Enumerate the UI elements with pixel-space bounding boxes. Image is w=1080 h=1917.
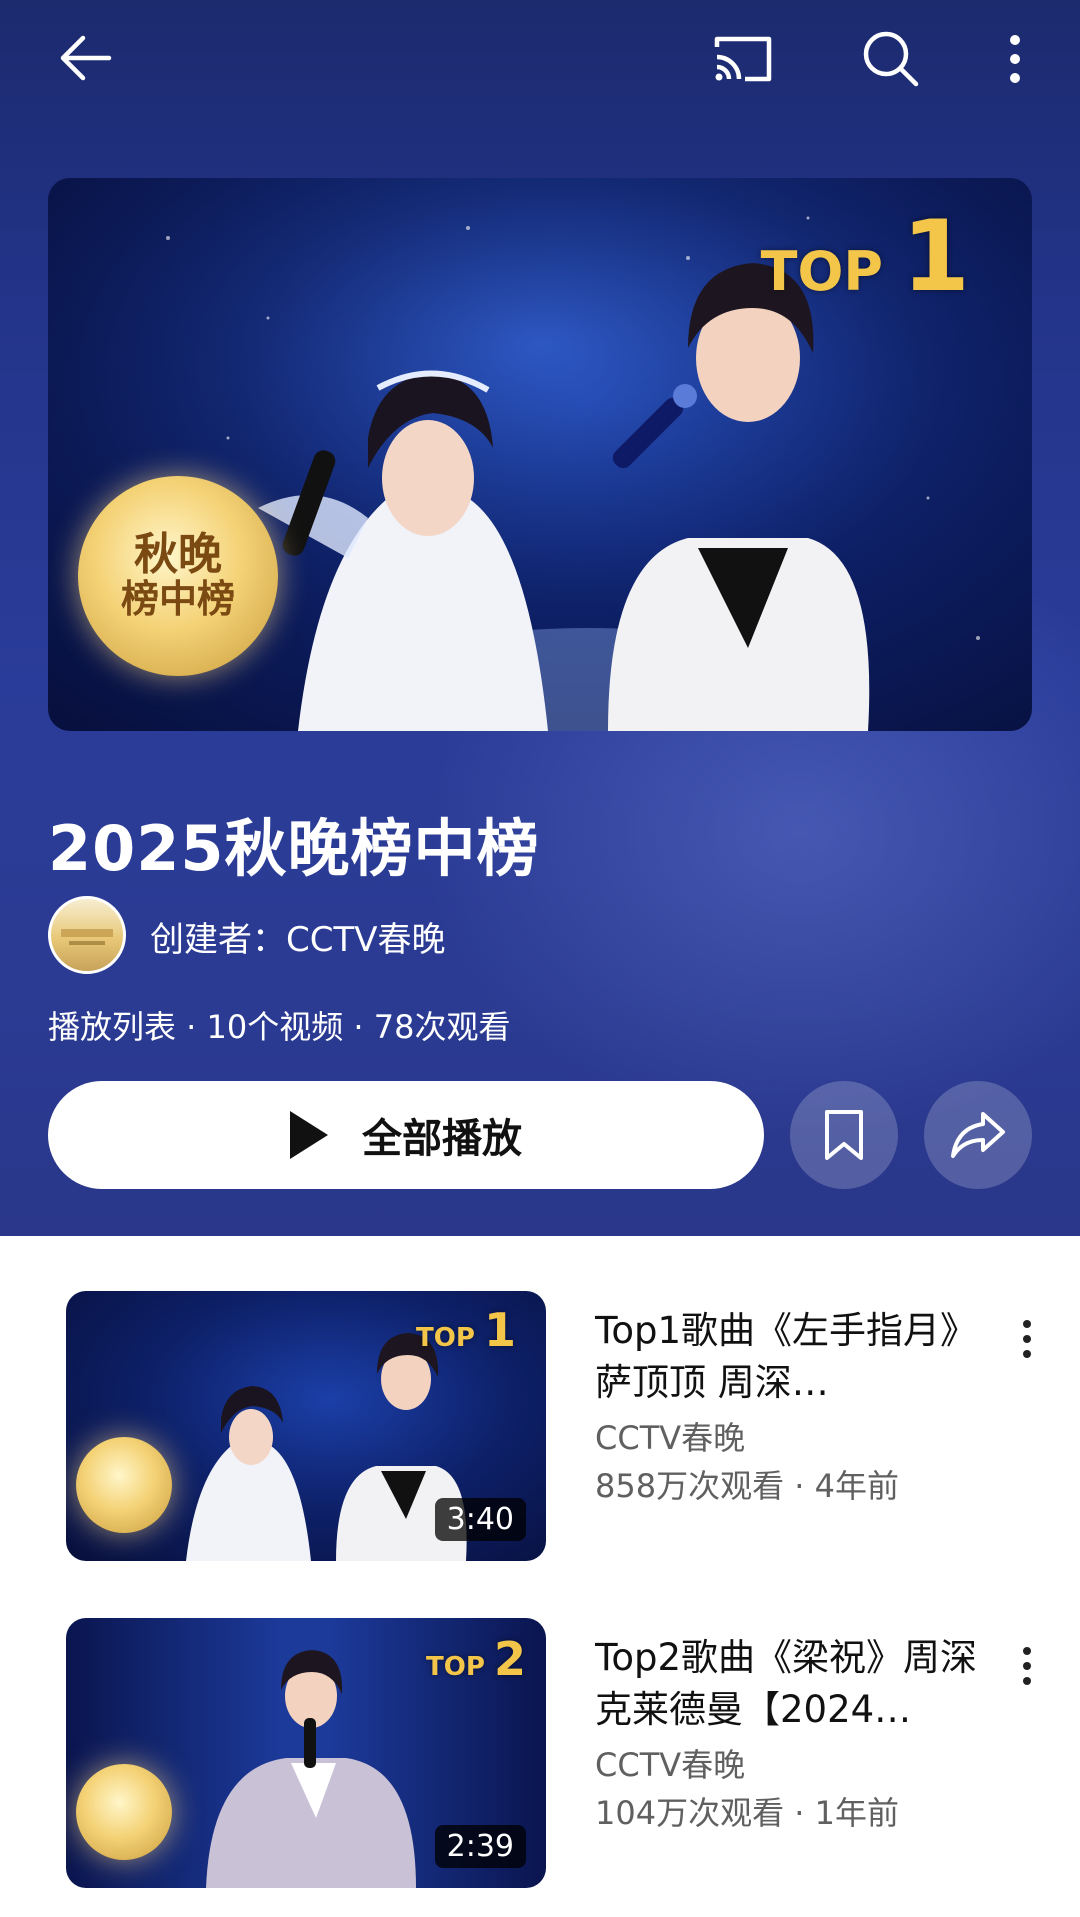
playlist-title: 2025秋晚榜中榜 (48, 812, 540, 885)
show-logo-line2: 榜中榜 (120, 577, 235, 622)
video-stats: 858万次观看 · 4年前 (595, 1467, 899, 1505)
rank-badge-number: 1 (483, 1303, 516, 1357)
play-all-label: 全部播放 (362, 1116, 522, 1162)
search-icon[interactable] (856, 24, 924, 92)
rank-badge: TOP 1 (761, 200, 970, 314)
show-logo (76, 1764, 172, 1860)
rank-badge-label: TOP (426, 1652, 485, 1682)
rank-badge-number: 2 (493, 1632, 526, 1686)
video-thumbnail[interactable]: TOP 1 3:40 (66, 1291, 546, 1561)
rank-badge-label: TOP (416, 1323, 475, 1353)
rank-badge: TOP 2 (426, 1632, 526, 1686)
creator-avatar[interactable] (48, 896, 126, 974)
share-icon (951, 1112, 1005, 1158)
more-vert-icon[interactable] (1010, 1311, 1044, 1367)
playlist-meta: 播放列表 · 10个视频 · 78次观看 (48, 1008, 511, 1046)
video-duration: 3:40 (434, 1498, 526, 1541)
video-title[interactable]: Top1歌曲《左手指月》萨顶顶 周深… (595, 1305, 995, 1409)
show-logo-line1: 秋晚 (133, 528, 222, 580)
video-channel[interactable]: CCTV春晚 (595, 1413, 745, 1459)
play-icon (290, 1111, 328, 1159)
video-thumbnail[interactable]: TOP 2 2:39 (66, 1618, 546, 1888)
show-logo (76, 1437, 172, 1533)
playlist-header: TOP 1 秋晚 榜中榜 2025秋晚榜中榜 创建者：CCTV春晚 播放列表 ·… (0, 0, 1080, 1236)
video-duration: 2:39 (434, 1825, 526, 1868)
play-all-button[interactable]: 全部播放 (48, 1081, 764, 1189)
rank-badge-label: TOP (760, 240, 883, 303)
show-logo: 秋晚 榜中榜 (78, 476, 278, 676)
video-title[interactable]: Top2歌曲《梁祝》周深 克莱德曼【2024… (595, 1632, 995, 1736)
save-playlist-button[interactable] (790, 1081, 898, 1189)
list-item[interactable]: TOP 1 3:40 Top1歌曲《左手指月》萨顶顶 周深… CCTV春晚 85… (0, 1291, 1080, 1561)
share-button[interactable] (924, 1081, 1032, 1189)
more-vert-icon[interactable] (990, 26, 1040, 92)
arrow-left-icon[interactable] (50, 28, 120, 88)
video-stats: 104万次观看 · 1年前 (595, 1794, 899, 1832)
video-channel[interactable]: CCTV春晚 (595, 1740, 745, 1786)
cast-icon[interactable] (708, 26, 778, 92)
creator-name[interactable]: 创建者：CCTV春晚 (150, 912, 446, 961)
bookmark-icon (825, 1110, 863, 1160)
list-item[interactable]: TOP 2 2:39 Top2歌曲《梁祝》周深 克莱德曼【2024… CCTV春… (0, 1618, 1080, 1888)
rank-badge-number: 1 (901, 200, 970, 314)
more-vert-icon[interactable] (1010, 1638, 1044, 1694)
rank-badge: TOP 1 (416, 1303, 516, 1357)
playlist-thumbnail[interactable]: TOP 1 秋晚 榜中榜 (48, 178, 1032, 731)
